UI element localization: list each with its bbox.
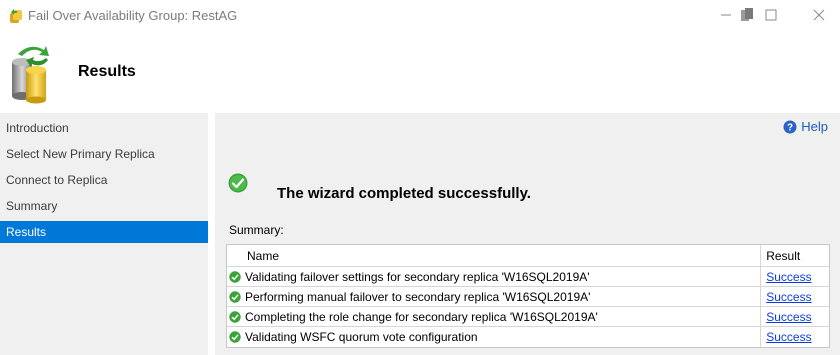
- snap-button[interactable]: [736, 5, 758, 25]
- row-name: Performing manual failover to secondary …: [245, 289, 591, 304]
- success-check-icon: [229, 331, 241, 343]
- minimize-button[interactable]: [715, 5, 737, 25]
- row-name: Completing the role change for secondary…: [245, 309, 598, 324]
- minimize-icon: [721, 14, 731, 16]
- row-name: Validating WSFC quorum vote configuratio…: [245, 330, 478, 344]
- success-check-icon: [229, 290, 241, 303]
- wizard-sidebar: Introduction Select New Primary Replica …: [0, 113, 208, 355]
- close-button[interactable]: [808, 5, 830, 25]
- success-check-icon: [229, 270, 241, 283]
- maximize-button[interactable]: [760, 5, 782, 25]
- sidebar-item-introduction[interactable]: Introduction: [0, 117, 208, 139]
- result-link[interactable]: Success: [766, 330, 811, 344]
- sidebar-item-select-new-primary-replica[interactable]: Select New Primary Replica: [0, 143, 208, 165]
- database-failover-icon: [12, 46, 49, 104]
- svg-text:?: ?: [787, 122, 793, 133]
- column-header-result[interactable]: Result: [761, 245, 829, 266]
- summary-label: Summary:: [229, 223, 284, 237]
- table-row: Performing manual failover to secondary …: [227, 286, 829, 307]
- table-header: Name Result: [227, 245, 829, 267]
- app-icon: [10, 9, 22, 23]
- table-row: Validating failover settings for seconda…: [227, 266, 829, 287]
- window-title: Fail Over Availability Group: RestAG: [28, 8, 238, 23]
- help-label: Help: [801, 119, 828, 134]
- sidebar-item-results[interactable]: Results: [0, 221, 208, 243]
- help-link[interactable]: ? Help: [783, 119, 828, 134]
- success-check-icon: [228, 173, 248, 193]
- table-row: Validating WSFC quorum vote configuratio…: [227, 327, 829, 347]
- maximize-icon: [765, 9, 777, 21]
- sidebar-item-summary[interactable]: Summary: [0, 195, 208, 217]
- result-link[interactable]: Success: [766, 290, 811, 304]
- success-check-icon: [229, 310, 241, 323]
- close-icon: [813, 9, 825, 21]
- result-link[interactable]: Success: [766, 310, 811, 324]
- results-table: Name Result Validating failover settings…: [226, 244, 830, 348]
- main-panel: ? Help The wizard completed successfully…: [215, 113, 840, 355]
- snap-layout-icon: [741, 8, 753, 21]
- column-header-name[interactable]: Name: [227, 245, 762, 266]
- page-title: Results: [78, 63, 136, 80]
- sidebar-item-connect-to-replica[interactable]: Connect to Replica: [0, 169, 208, 191]
- row-name: Validating failover settings for seconda…: [245, 269, 590, 284]
- wizard-window: Fail Over Availability Group: RestAG Res…: [0, 0, 840, 355]
- table-row: Completing the role change for secondary…: [227, 306, 829, 327]
- result-link[interactable]: Success: [766, 270, 811, 284]
- success-message: The wizard completed successfully.: [277, 185, 531, 202]
- wizard-header: Results: [0, 30, 840, 113]
- title-bar: Fail Over Availability Group: RestAG: [0, 0, 840, 30]
- help-icon: ?: [783, 120, 797, 133]
